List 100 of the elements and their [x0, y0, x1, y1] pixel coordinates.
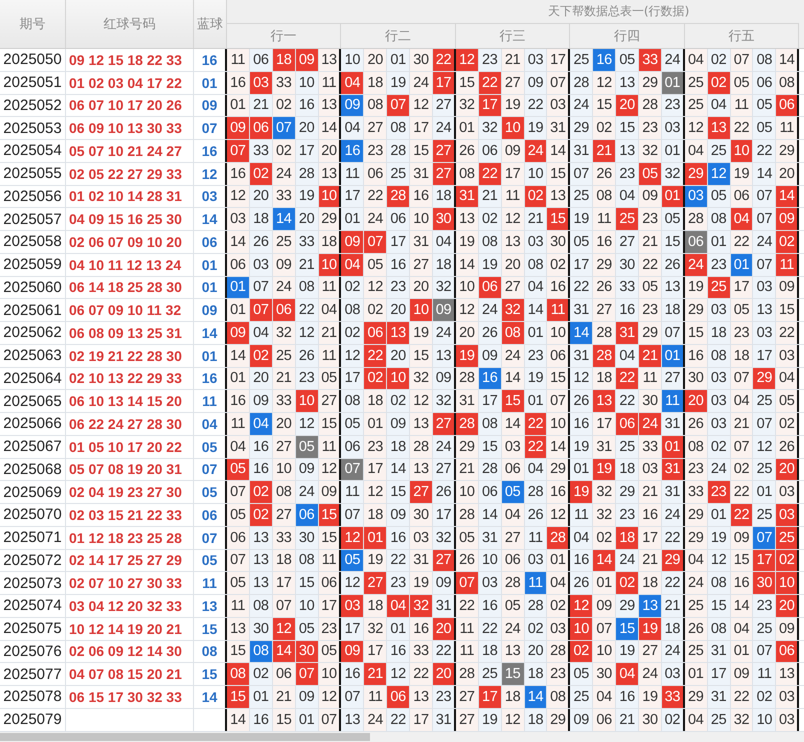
number-cell: 07 — [272, 595, 296, 617]
number-cell: 02 — [776, 413, 800, 435]
number-cell: 04 — [684, 140, 708, 162]
number-cell: 13 — [616, 72, 640, 94]
draw-numbers: 02 07 10 27 30 33 — [66, 572, 194, 594]
number-cell: 09 — [296, 49, 319, 71]
number-cell: 12 — [684, 117, 708, 139]
number-cell: 26 — [296, 344, 319, 366]
number-cell: 03 — [227, 208, 250, 230]
number-cell: 11 — [639, 368, 662, 390]
number-cell: 02 — [250, 344, 273, 366]
number-cell: 06 — [364, 162, 388, 184]
number-cell: 29 — [662, 550, 685, 572]
number-cell: 09 — [502, 140, 525, 162]
number-cell: 11 — [776, 254, 800, 276]
number-cell: 14 — [272, 208, 296, 230]
issue-number: 2025057 — [0, 208, 66, 230]
number-cell: 20 — [456, 322, 479, 344]
number-cell: 17 — [478, 94, 502, 116]
number-cell: 25 — [684, 595, 708, 617]
number-cell: 30 — [296, 640, 319, 662]
number-cell: 28 — [639, 94, 662, 116]
number-cell: 12 — [272, 618, 296, 640]
number-cell: 13 — [502, 640, 525, 662]
number-cell: 31 — [410, 162, 434, 184]
number-cell: 25 — [387, 162, 410, 184]
horizontal-scrollbar[interactable] — [0, 732, 804, 742]
number-cell: 12 — [708, 550, 731, 572]
number-cell: 03 — [753, 276, 776, 298]
draw-numbers: 01 02 10 14 28 31 — [66, 186, 194, 208]
number-cell: 18 — [387, 436, 410, 458]
number-cell: 10 — [410, 299, 434, 321]
number-cell: 28 — [684, 208, 708, 230]
number-cell: 07 — [341, 458, 364, 480]
number-cell: 33 — [662, 686, 685, 708]
number-cell: 23 — [364, 140, 388, 162]
number-cell: 13 — [410, 686, 434, 708]
number-cell: 06 — [341, 436, 364, 458]
number-cell: 29 — [684, 299, 708, 321]
number-cell: 06 — [547, 344, 570, 366]
number-cell: 31 — [570, 299, 594, 321]
number-cell: 12 — [341, 344, 364, 366]
number-cell: 19 — [524, 117, 548, 139]
number-cell: 18 — [502, 686, 525, 708]
issue-number: 2025076 — [0, 640, 66, 662]
number-cell: 10 — [272, 458, 296, 480]
number-cell: 14 — [502, 413, 525, 435]
number-cell: 10 — [730, 140, 754, 162]
number-cell: 19 — [593, 458, 616, 480]
number-cell: 13 — [227, 618, 250, 640]
number-cell: 09 — [593, 595, 616, 617]
number-cell: 07 — [387, 94, 410, 116]
number-cell: 06 — [502, 550, 525, 572]
number-cell: 27 — [433, 94, 456, 116]
number-cell: 20 — [410, 276, 434, 298]
number-cell: 03 — [684, 186, 708, 208]
number-cell: 17 — [433, 504, 456, 526]
number-cell: 10 — [593, 640, 616, 662]
number-cell: 14 — [570, 322, 594, 344]
number-cell: 29 — [593, 254, 616, 276]
number-cell: 02 — [662, 708, 685, 730]
number-cell: 24 — [502, 618, 525, 640]
number-cell: 08 — [296, 276, 319, 298]
number-cell: 06 — [318, 572, 342, 594]
number-cell: 16 — [616, 299, 640, 321]
number-cell: 24 — [708, 458, 731, 480]
number-cell: 06 — [593, 708, 616, 730]
group-header: 行一 — [227, 24, 342, 48]
number-cell: 01 — [387, 618, 410, 640]
number-cell: 03 — [753, 322, 776, 344]
number-cell: 25 — [753, 618, 776, 640]
number-cell: 21 — [639, 231, 662, 253]
number-cell: 17 — [708, 663, 731, 685]
number-cell: 21 — [456, 458, 479, 480]
number-cell: 24 — [524, 140, 548, 162]
number-cell: 16 — [387, 254, 410, 276]
number-cell: 21 — [272, 686, 296, 708]
number-cell: 13 — [318, 49, 342, 71]
number-cell: 30 — [684, 368, 708, 390]
number-cell: 13 — [318, 162, 342, 184]
number-cell: 24 — [662, 504, 685, 526]
number-cell: 19 — [296, 186, 319, 208]
number-cell: 05 — [296, 436, 319, 458]
number-cell: 07 — [296, 663, 319, 685]
number-cell: 01 — [730, 640, 754, 662]
draw-numbers: 06 14 18 25 28 30 — [66, 276, 194, 298]
number-cell: 06 — [364, 322, 388, 344]
number-cell: 01 — [296, 708, 319, 730]
number-cell: 18 — [364, 595, 388, 617]
group-header: 行五 — [684, 24, 800, 48]
number-cell: 11 — [524, 526, 548, 548]
number-cell: 02 — [616, 572, 640, 594]
number-cell: 08 — [250, 595, 273, 617]
number-cell: 25 — [708, 140, 731, 162]
draw-numbers: 02 10 13 22 29 33 — [66, 368, 194, 390]
number-cell: 21 — [502, 49, 525, 71]
number-cell: 15 — [227, 640, 250, 662]
number-cell: 13 — [593, 390, 616, 412]
number-cell: 11 — [547, 299, 570, 321]
number-cell: 04 — [776, 368, 800, 390]
